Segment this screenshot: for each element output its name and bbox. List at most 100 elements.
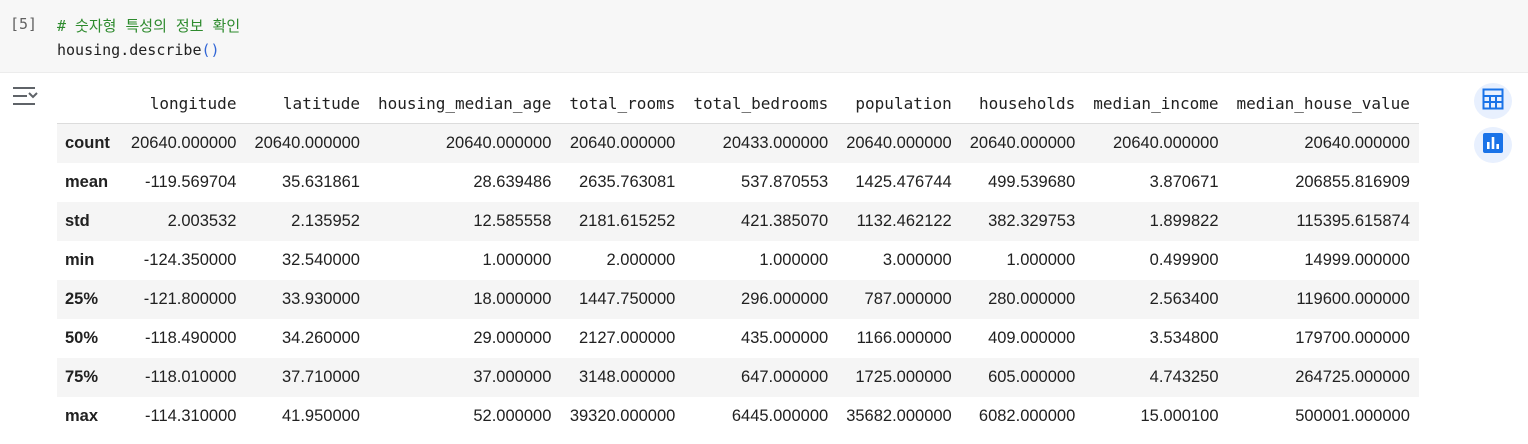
table-cell: 3.000000: [882, 251, 952, 269]
column-header-latitude: latitude: [245, 84, 369, 124]
table-cell: 1.899822: [1149, 212, 1219, 230]
row-label: min: [65, 251, 95, 269]
row-label: mean: [65, 173, 109, 191]
table-cell: 179700.000000: [1295, 329, 1410, 347]
table-cell: 2.135952: [291, 212, 360, 230]
table-cell: 1425.476744: [855, 173, 952, 191]
describe-table: longitude latitude housing_median_age total…: [57, 84, 1419, 436]
table-cell: -118.010000: [145, 368, 237, 386]
table-cell: 41.950000: [281, 407, 360, 425]
table-cell: 20640.000000: [1304, 134, 1410, 152]
table-cell: 0.499900: [1149, 251, 1219, 269]
table-cell: -121.800000: [143, 290, 237, 308]
column-header-total-bedrooms: total_bedrooms: [684, 84, 838, 124]
table-row: count 20640.000000 20640.000000 20640.00000…: [57, 123, 1419, 163]
table-cell: 34.260000: [281, 329, 360, 347]
table-cell: 2181.615252: [578, 212, 676, 230]
table-cell: 1.000000: [482, 251, 552, 269]
table-cell: 15.000100: [1140, 407, 1219, 425]
table-cell: 20640.000000: [969, 134, 1076, 152]
table-cell: 435.000000: [741, 329, 829, 347]
table-cell: 409.000000: [988, 329, 1076, 347]
index-header: [57, 84, 122, 124]
code-close-paren: ): [210, 41, 220, 59]
table-cell: 6445.000000: [731, 407, 829, 425]
code-open-paren: (: [201, 41, 211, 59]
row-label: 75%: [65, 368, 99, 386]
table-cell: 499.539680: [988, 173, 1076, 191]
row-label: max: [65, 407, 99, 425]
table-cell: 1447.750000: [578, 290, 676, 308]
table-cell: 20640.000000: [130, 134, 237, 152]
table-cell: 1.000000: [1006, 251, 1076, 269]
table-cell: 537.870553: [741, 173, 829, 191]
code-line-comment: # 숫자형 특성의 정보 확인: [57, 14, 240, 38]
table-cell: 29.000000: [473, 329, 552, 347]
table-cell: 3148.000000: [578, 368, 676, 386]
chart-suggestion-icon: [1482, 132, 1504, 158]
table-cell: 20640.000000: [445, 134, 552, 152]
execution-count: [5]: [10, 15, 38, 33]
table-cell: 35.631861: [281, 173, 360, 191]
table-cell: 6082.000000: [978, 407, 1076, 425]
table-row: max -114.310000 41.950000 52.000000 39320.00…: [57, 397, 1419, 436]
column-header-housing-median-age: housing_median_age: [368, 84, 561, 124]
table-cell: 2.003532: [167, 212, 237, 230]
column-header-total-rooms: total_rooms: [560, 84, 685, 124]
table-cell: 264725.000000: [1295, 368, 1410, 386]
table-cell: 2635.763081: [578, 173, 676, 191]
table-cell: 2.563400: [1149, 290, 1219, 308]
table-cell: 12.585558: [473, 212, 552, 230]
code-line-call: housing.describe(): [57, 38, 240, 62]
table-row: 50% -118.490000 34.260000 29.000000 2127.000…: [57, 319, 1419, 358]
row-label: count: [65, 134, 110, 152]
table-cell: 20640.000000: [1112, 134, 1219, 152]
table-cell: 2127.000000: [578, 329, 676, 347]
column-header-population: population: [837, 84, 961, 124]
table-cell: 280.000000: [988, 290, 1076, 308]
table-view-button[interactable]: [1474, 83, 1512, 119]
table-cell: 115395.615874: [1296, 212, 1410, 230]
table-cell: 33.930000: [281, 290, 360, 308]
table-cell: 119600.000000: [1296, 290, 1410, 308]
code-editor[interactable]: # 숫자형 특성의 정보 확인 housing.describe(): [57, 14, 240, 62]
table-row: mean -119.569704 35.631861 28.639486 2635.76…: [57, 163, 1419, 202]
table-cell: 52.000000: [473, 407, 552, 425]
table-cell: 4.743250: [1149, 368, 1219, 386]
row-label: 25%: [65, 290, 99, 308]
table-cell: 382.329753: [988, 212, 1076, 230]
table-cell: 14999.000000: [1304, 251, 1410, 269]
table-cell: 1132.462122: [856, 212, 952, 230]
table-row: 25% -121.800000 33.930000 18.000000 1447.750…: [57, 280, 1419, 319]
code-call: housing.describe: [57, 41, 202, 59]
table-cell: 20640.000000: [846, 134, 952, 152]
table-row: min -124.350000 32.540000 1.000000 2.000000 1…: [57, 241, 1419, 280]
table-row: 75% -118.010000 37.710000 37.000000 3148.000…: [57, 358, 1419, 397]
table-cell: 421.385070: [741, 212, 829, 230]
table-cell: 605.000000: [988, 368, 1076, 386]
table-cell: 32.540000: [281, 251, 360, 269]
column-header-median-house-value: median_house_value: [1227, 84, 1419, 124]
table-header-row: longitude latitude housing_median_age total…: [57, 84, 1419, 124]
table-cell: -119.569704: [145, 173, 237, 191]
table-cell: 1166.000000: [856, 329, 952, 347]
table-cell: 647.000000: [741, 368, 829, 386]
table-cell: 3.870671: [1149, 173, 1219, 191]
table-cell: 39320.000000: [569, 407, 676, 425]
row-label: std: [65, 212, 90, 230]
table-cell: 35682.000000: [846, 407, 952, 425]
table-cell: 18.000000: [473, 290, 552, 308]
table-row: std 2.003532 2.135952 12.585558 2181.615252 4…: [57, 202, 1419, 241]
table-body: count 20640.000000 20640.000000 20640.00000…: [57, 123, 1419, 436]
output-collapse-icon[interactable]: [11, 83, 39, 109]
table-cell: 20640.000000: [569, 134, 676, 152]
table-cell: 2.000000: [606, 251, 676, 269]
code-cell[interactable]: [5] # 숫자형 특성의 정보 확인 housing.describe(): [0, 0, 1528, 73]
table-cell: -124.350000: [143, 251, 237, 269]
chart-suggestion-button[interactable]: [1474, 127, 1512, 163]
table-cell: 37.710000: [281, 368, 360, 386]
code-comment: # 숫자형 특성의 정보 확인: [57, 17, 241, 35]
dataframe-output: longitude latitude housing_median_age total…: [57, 84, 1419, 436]
table-cell: 20433.000000: [722, 134, 829, 152]
table-cell: 37.000000: [473, 368, 552, 386]
